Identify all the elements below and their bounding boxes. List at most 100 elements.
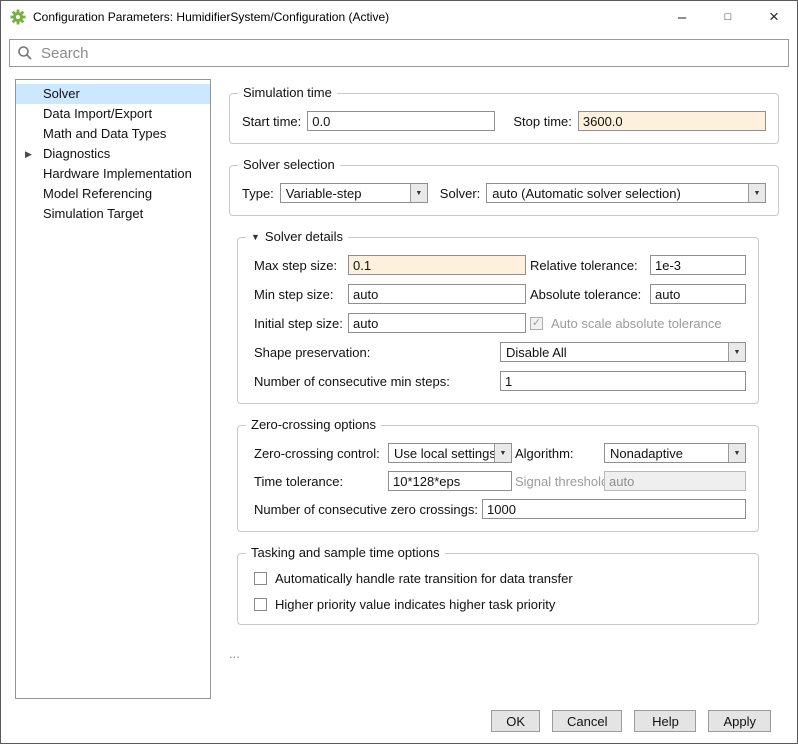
zero-crossing-control-dropdown[interactable]: Use local settings ▼ <box>388 443 512 463</box>
type-dropdown-value: Variable-step <box>281 186 410 201</box>
solver-selection-row: Type: Variable-step ▼ Solver: auto (Auto… <box>242 183 766 203</box>
group-zero-crossing: Zero-crossing options Zero-crossing cont… <box>237 425 759 532</box>
relative-tolerance-input[interactable] <box>650 255 746 275</box>
sidebar-item-diagnostics[interactable]: ▶ Diagnostics <box>16 144 210 164</box>
auto-scale-row: ✓ Auto scale absolute tolerance <box>530 316 746 331</box>
type-label: Type: <box>242 186 274 201</box>
priority-value-label: Higher priority value indicates higher t… <box>275 597 555 612</box>
solver-details-header[interactable]: ▼ Solver details <box>246 229 348 244</box>
absolute-tolerance-input[interactable] <box>650 284 746 304</box>
shape-preservation-dropdown[interactable]: Disable All ▼ <box>500 342 746 362</box>
max-step-input[interactable] <box>348 255 526 275</box>
solver-label: Solver: <box>440 186 480 201</box>
auto-scale-label: Auto scale absolute tolerance <box>551 316 722 331</box>
rate-transition-row: Automatically handle rate transition for… <box>254 571 746 586</box>
auto-scale-checkbox: ✓ <box>530 317 543 330</box>
stop-time-input[interactable] <box>578 111 766 131</box>
group-simulation-time: Simulation time Start time: Stop time: <box>229 93 779 144</box>
type-dropdown[interactable]: Variable-step ▼ <box>280 183 428 203</box>
sidebar-item-label: Diagnostics <box>43 146 110 161</box>
rate-transition-checkbox[interactable] <box>254 572 267 585</box>
signal-threshold-input <box>604 471 746 491</box>
shape-preservation-value: Disable All <box>501 345 728 360</box>
expand-icon[interactable]: ▶ <box>25 144 32 164</box>
app-icon <box>10 9 26 25</box>
rate-transition-label: Automatically handle rate transition for… <box>275 571 573 586</box>
group-solver-selection: Solver selection Type: Variable-step ▼ S… <box>229 165 779 216</box>
solver-details-row-2: Min step size: Absolute tolerance: <box>254 284 746 304</box>
sidebar-item-solver[interactable]: Solver <box>16 84 210 104</box>
configuration-parameters-window: Configuration Parameters: HumidifierSyst… <box>0 0 798 744</box>
group-title-zero-crossing: Zero-crossing options <box>246 417 381 432</box>
sidebar-item-math-and-data-types[interactable]: Math and Data Types <box>16 124 210 144</box>
solver-details-row-1: Max step size: Relative tolerance: <box>254 255 746 275</box>
button-bar: OK Cancel Help Apply <box>1 699 797 743</box>
shape-preservation-label: Shape preservation: <box>254 345 500 360</box>
group-title-solver-selection: Solver selection <box>238 157 340 172</box>
sidebar-item-hardware-implementation[interactable]: Hardware Implementation <box>16 164 210 184</box>
ok-button[interactable]: OK <box>491 710 540 732</box>
sidebar-item-data-import-export[interactable]: Data Import/Export <box>16 104 210 124</box>
solver-pane: Simulation time Start time: Stop time: S… <box>229 79 779 699</box>
help-button[interactable]: Help <box>634 710 696 732</box>
time-tolerance-input[interactable] <box>388 471 512 491</box>
zero-crossing-row-3: Number of consecutive zero crossings: <box>254 499 746 519</box>
consecutive-zero-crossings-label: Number of consecutive zero crossings: <box>254 502 482 517</box>
group-title-tasking: Tasking and sample time options <box>246 545 445 560</box>
stop-time-label: Stop time: <box>513 114 572 129</box>
minimize-button[interactable]: – <box>659 1 705 33</box>
group-solver-details: ▼ Solver details Max step size: Relative… <box>237 237 759 404</box>
zero-crossing-row-1: Zero-crossing control: Use local setting… <box>254 443 746 463</box>
consecutive-min-steps-input[interactable] <box>500 371 746 391</box>
sidebar-item-model-referencing[interactable]: Model Referencing <box>16 184 210 204</box>
algorithm-dropdown[interactable]: Nonadaptive ▼ <box>604 443 746 463</box>
search-bar <box>9 39 789 67</box>
chevron-down-icon[interactable]: ▼ <box>494 444 511 462</box>
zero-crossing-control-label: Zero-crossing control: <box>254 446 385 461</box>
signal-threshold-label: Signal threshold: <box>515 474 601 489</box>
min-step-input[interactable] <box>348 284 526 304</box>
simulation-time-row: Start time: Stop time: <box>242 111 766 131</box>
chevron-down-icon[interactable]: ▼ <box>410 184 427 202</box>
check-icon: ✓ <box>532 318 541 329</box>
priority-value-row: Higher priority value indicates higher t… <box>254 597 746 612</box>
consecutive-min-steps-label: Number of consecutive min steps: <box>254 374 500 389</box>
category-list: Solver Data Import/Export Math and Data … <box>15 79 211 699</box>
chevron-down-icon[interactable]: ▼ <box>728 343 745 361</box>
time-tolerance-label: Time tolerance: <box>254 474 385 489</box>
algorithm-label: Algorithm: <box>515 446 601 461</box>
cancel-button[interactable]: Cancel <box>552 710 622 732</box>
search-icon <box>17 45 33 61</box>
initial-step-label: Initial step size: <box>254 316 344 331</box>
search-input[interactable] <box>39 44 781 63</box>
start-time-label: Start time: <box>242 114 301 129</box>
zero-crossing-row-2: Time tolerance: Signal threshold: <box>254 471 746 491</box>
title-bar: Configuration Parameters: HumidifierSyst… <box>1 1 797 33</box>
solver-details-row-3: Initial step size: ✓ Auto scale absolute… <box>254 313 746 333</box>
window-title: Configuration Parameters: HumidifierSyst… <box>33 10 659 24</box>
group-title-solver-details: Solver details <box>265 229 343 244</box>
solver-dropdown[interactable]: auto (Automatic solver selection) ▼ <box>486 183 766 203</box>
max-step-label: Max step size: <box>254 258 344 273</box>
collapse-icon[interactable]: ▼ <box>251 232 260 242</box>
group-tasking: Tasking and sample time options Automati… <box>237 553 759 625</box>
consecutive-zero-crossings-input[interactable] <box>482 499 746 519</box>
algorithm-value: Nonadaptive <box>605 446 728 461</box>
min-step-label: Min step size: <box>254 287 344 302</box>
maximize-button[interactable]: □ <box>705 1 751 33</box>
solver-dropdown-value: auto (Automatic solver selection) <box>487 186 748 201</box>
more-indicator: ... <box>229 646 779 661</box>
start-time-input[interactable] <box>307 111 495 131</box>
initial-step-input[interactable] <box>348 313 526 333</box>
chevron-down-icon[interactable]: ▼ <box>748 184 765 202</box>
chevron-down-icon[interactable]: ▼ <box>728 444 745 462</box>
relative-tolerance-label: Relative tolerance: <box>530 258 646 273</box>
consecutive-min-steps-row: Number of consecutive min steps: <box>254 371 746 391</box>
priority-value-checkbox[interactable] <box>254 598 267 611</box>
sidebar-item-simulation-target[interactable]: Simulation Target <box>16 204 210 224</box>
zero-crossing-control-value: Use local settings <box>389 446 494 461</box>
group-title-simulation-time: Simulation time <box>238 85 337 100</box>
close-button[interactable]: × <box>751 1 797 33</box>
absolute-tolerance-label: Absolute tolerance: <box>530 287 646 302</box>
apply-button[interactable]: Apply <box>708 710 771 732</box>
